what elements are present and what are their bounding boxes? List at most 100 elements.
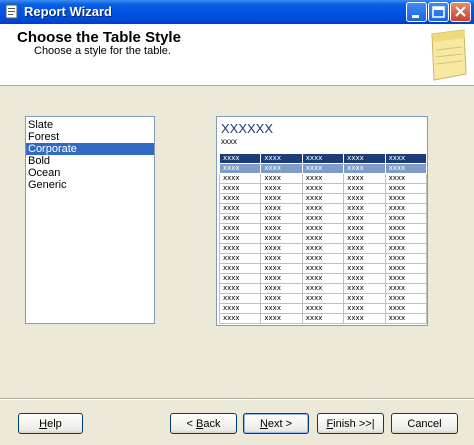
preview-cell: xxxx	[343, 223, 386, 234]
preview-cell: xxxx	[343, 183, 386, 194]
help-button[interactable]: Help	[18, 413, 83, 434]
preview-row: xxxx xxxx xxxx xxxx xxxx	[218, 163, 427, 174]
finish-button[interactable]: Finish >>|	[317, 413, 384, 434]
preview-cell: xxxx	[343, 163, 386, 174]
preview-cell: xxxx	[218, 293, 262, 304]
preview-title: XXXXXX	[221, 121, 274, 136]
page-subtitle: Choose a style for the table.	[34, 45, 171, 57]
preview-cell: xxxx	[384, 223, 427, 234]
preview-cell: xxxx	[301, 243, 345, 254]
preview-cell: xxxx	[260, 253, 303, 264]
preview-header-row: xxxx xxxx xxxx xxxx xxxx	[218, 153, 427, 164]
button-separator	[0, 398, 474, 400]
preview-row: xxxx xxxx xxxx xxxx xxxx	[218, 193, 427, 204]
preview-cell: xxxx	[260, 193, 303, 204]
title-bar: Report Wizard	[0, 0, 474, 24]
preview-row: xxxx xxxx xxxx xxxx xxxx	[218, 283, 427, 294]
preview-cell: xxxx	[218, 303, 262, 314]
style-item-forest[interactable]: Forest	[26, 131, 154, 143]
preview-cell: xxxx	[260, 313, 303, 324]
preview-cell: xxxx	[384, 163, 427, 174]
minimize-icon	[412, 15, 419, 18]
preview-cell: xxxx	[384, 243, 427, 254]
preview-cell: xxxx	[343, 303, 386, 314]
preview-cell: xxxx	[301, 293, 345, 304]
maximize-button[interactable]	[428, 2, 449, 22]
preview-cell: xxxx	[260, 213, 303, 224]
style-item-ocean[interactable]: Ocean	[26, 167, 154, 179]
style-item-slate[interactable]: Slate	[26, 119, 154, 131]
preview-cell: xxxx	[260, 163, 303, 174]
preview-cell: xxxx	[384, 173, 427, 184]
preview-cell: xxxx	[301, 253, 345, 264]
back-button[interactable]: < Back	[170, 413, 237, 434]
preview-cell: xxxx	[260, 273, 303, 284]
preview-row: xxxx xxxx xxxx xxxx xxxx	[218, 253, 427, 264]
table-style-list[interactable]: Slate Forest Corporate Bold Ocean Generi…	[25, 116, 155, 324]
preview-cell: xxxx	[384, 183, 427, 194]
preview-cell: xxxx	[260, 303, 303, 314]
preview-cell: xxxx	[343, 313, 386, 324]
preview-cell: xxxx	[260, 183, 303, 194]
preview-cell: xxxx	[218, 253, 262, 264]
preview-row: xxxx xxxx xxxx xxxx xxxx	[218, 273, 427, 284]
preview-cell: xxxx	[384, 193, 427, 204]
preview-cell: xxxx	[218, 243, 262, 254]
preview-row: xxxx xxxx xxxx xxxx xxxx	[218, 293, 427, 304]
preview-cell: xxxx	[301, 313, 345, 324]
style-item-generic[interactable]: Generic	[26, 179, 154, 191]
preview-cell: xxxx	[260, 293, 303, 304]
next-button[interactable]: Next >	[243, 413, 309, 434]
preview-row: xxxx xxxx xxxx xxxx xxxx	[218, 303, 427, 314]
preview-subtitle: xxxx	[221, 137, 237, 146]
preview-cell: xxxx	[218, 173, 262, 184]
preview-cell: xxxx	[301, 273, 345, 284]
preview-cell: xxxx	[343, 293, 386, 304]
preview-cell: xxxx	[260, 153, 303, 164]
preview-cell: xxxx	[260, 203, 303, 214]
preview-cell: xxxx	[301, 283, 345, 294]
preview-row: xxxx xxxx xxxx xxxx xxxx	[218, 233, 427, 244]
preview-row: xxxx xxxx xxxx xxxx xxxx	[218, 223, 427, 234]
preview-cell: xxxx	[343, 213, 386, 224]
maximize-icon	[432, 6, 445, 18]
page-title: Choose the Table Style	[17, 29, 181, 46]
preview-cell: xxxx	[384, 313, 427, 324]
style-item-corporate[interactable]: Corporate	[26, 143, 154, 155]
preview-cell: xxxx	[343, 173, 386, 184]
preview-cell: xxxx	[301, 163, 345, 174]
preview-cell: xxxx	[343, 153, 386, 164]
preview-cell: xxxx	[301, 303, 345, 314]
window-title: Report Wizard	[24, 4, 112, 19]
preview-row: xxxx xxxx xxxx xxxx xxxx	[218, 213, 427, 224]
wizard-header: Choose the Table Style Choose a style fo…	[0, 24, 474, 86]
cancel-button[interactable]: Cancel	[391, 413, 458, 434]
style-preview: XXXXXX xxxx xxxx xxxx xxxx xxxx xxxx xxxx xxxx…	[216, 116, 428, 326]
preview-row: xxxx xxxx xxxx xxxx xxxx	[218, 183, 427, 194]
preview-cell: xxxx	[343, 233, 386, 244]
preview-cell: xxxx	[384, 203, 427, 214]
preview-cell: xxxx	[301, 263, 345, 274]
preview-cell: xxxx	[343, 203, 386, 214]
preview-cell: xxxx	[260, 173, 303, 184]
preview-cell: xxxx	[218, 193, 262, 204]
preview-cell: xxxx	[218, 283, 262, 294]
minimize-button[interactable]	[406, 2, 427, 22]
cancel-button-label: Cancel	[407, 417, 442, 430]
preview-cell: xxxx	[343, 193, 386, 204]
preview-cell: xxxx	[301, 153, 345, 164]
preview-cell: xxxx	[218, 223, 262, 234]
preview-cell: xxxx	[301, 183, 345, 194]
preview-cell: xxxx	[384, 273, 427, 284]
close-icon	[455, 6, 466, 17]
preview-cell: xxxx	[301, 223, 345, 234]
preview-cell: xxxx	[343, 273, 386, 284]
close-button[interactable]	[450, 2, 471, 22]
next-button-label: Next >	[259, 417, 293, 430]
style-item-bold[interactable]: Bold	[26, 155, 154, 167]
preview-cell: xxxx	[343, 253, 386, 264]
preview-cell: xxxx	[218, 153, 262, 164]
preview-cell: xxxx	[384, 283, 427, 294]
preview-row: xxxx xxxx xxxx xxxx xxxx	[218, 243, 427, 254]
preview-cell: xxxx	[384, 153, 427, 164]
